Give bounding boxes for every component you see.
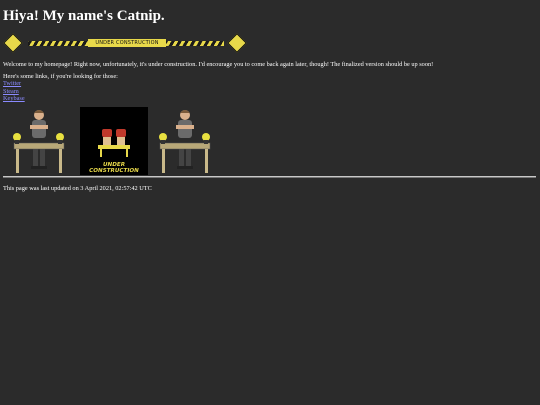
- welcome-text: Welcome to my homepage! Right now, unfor…: [3, 61, 434, 68]
- page: Hiya! My name's Catnip. UNDER CONSTRUCTI…: [0, 0, 540, 405]
- page-title: Hiya! My name's Catnip.: [3, 8, 165, 24]
- keybase-link[interactable]: Keybase: [3, 95, 25, 103]
- divider: [3, 176, 536, 178]
- construction-worker-icon: [159, 110, 211, 173]
- under-construction-banner: UNDER CONSTRUCTION: [3, 33, 247, 53]
- last-updated-text: This page was last updated on 3 April 20…: [3, 185, 152, 192]
- hazard-stripe-right: [166, 41, 224, 46]
- banner-label: UNDER CONSTRUCTION: [88, 39, 166, 47]
- links-list: Twitter Steam Keybase: [3, 80, 25, 103]
- gif-caption-line2: CONSTRUCTION: [89, 168, 139, 174]
- construction-worker-icon: [13, 110, 65, 173]
- twitter-link[interactable]: Twitter: [3, 80, 25, 88]
- hazard-stripe-left: [28, 41, 88, 46]
- steam-link[interactable]: Steam: [3, 88, 25, 96]
- right-roadsign-icon: [227, 33, 247, 53]
- left-roadsign-icon: [3, 33, 23, 53]
- under-construction-gif: UNDER CONSTRUCTION: [80, 107, 148, 175]
